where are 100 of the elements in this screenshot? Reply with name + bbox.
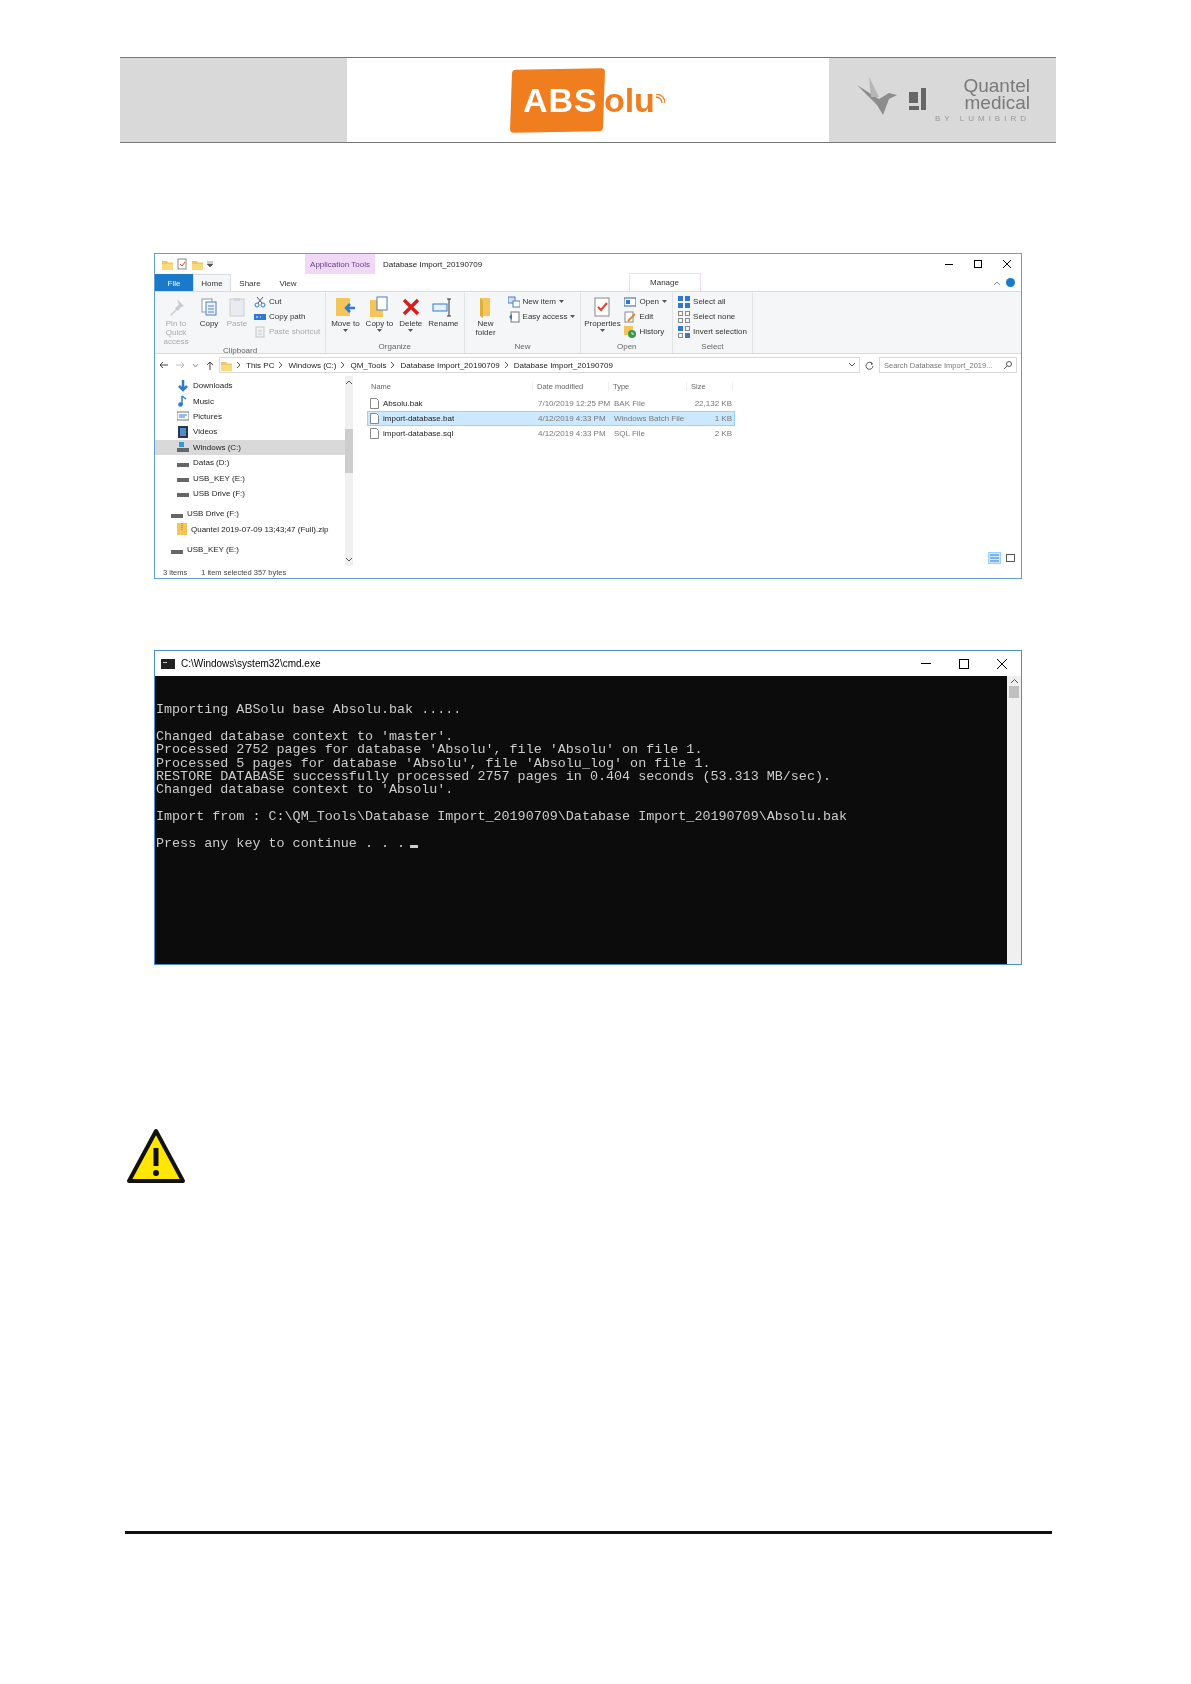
film-icon: [177, 425, 189, 438]
file-row[interactable]: import-database.bat 4/12/2019 4:33 PM Windows Batch File 1 KB: [367, 411, 735, 426]
ribbon-button[interactable]: Move to: [329, 294, 362, 342]
ribbon-tab[interactable]: Home: [193, 274, 231, 291]
scrollbar-thumb[interactable]: [1009, 686, 1019, 698]
window-title: C:\Windows\system32\cmd.exe: [181, 658, 322, 669]
file-size: 2 KB: [713, 429, 733, 438]
console-line: RESTORE DATABASE successfully processed 2757 pages in 0.404 seconds (53.313 MB/sec).: [156, 770, 832, 784]
shortcut-icon: [254, 325, 266, 338]
new-item-icon: [507, 295, 520, 308]
ribbon-button[interactable]: Copy path: [252, 310, 323, 323]
ribbon-tab[interactable]: File: [155, 274, 193, 291]
back-icon: [159, 361, 168, 369]
large-icons-view-icon: [1006, 554, 1015, 562]
file-row[interactable]: import-database.sql 4/12/2019 4:33 PM SQL File 2 KB: [367, 426, 735, 441]
large-icons-view-button[interactable]: [1004, 552, 1017, 564]
minimize-icon: [921, 663, 931, 664]
file-row[interactable]: Absolu.bak 7/10/2019 12:25 PM BAK File 22,132 KB: [367, 396, 735, 411]
ribbon-button[interactable]: Edit: [622, 310, 670, 323]
breadcrumb-item[interactable]: Windows (C:): [288, 360, 337, 370]
copy-folder-icon: [368, 296, 391, 318]
tree-item[interactable]: Datas (D:): [155, 454, 345, 471]
tree-item[interactable]: USB_KEY (E:): [155, 541, 345, 558]
file-type: BAK File: [613, 399, 647, 408]
maximize-icon: [959, 658, 969, 669]
maximize-icon: [973, 260, 982, 268]
tree-item[interactable]: Windows (C:): [155, 439, 345, 455]
properties-icon: [177, 258, 187, 270]
ribbon-button[interactable]: Rename: [426, 294, 461, 342]
ribbon-button[interactable]: Easy access: [505, 310, 578, 323]
refresh-icon: [865, 360, 874, 370]
recent-caret-icon: [193, 363, 198, 367]
ribbon-button[interactable]: History: [622, 325, 670, 338]
ribbon-button[interactable]: Copy to: [363, 294, 396, 342]
system-drive-icon: [177, 441, 189, 454]
ribbon-button[interactable]: Select all: [676, 295, 749, 308]
ribbon-button[interactable]: New folder: [467, 294, 504, 342]
ribbon-tab[interactable]: View: [269, 274, 307, 291]
tree-item[interactable]: USB Drive (F:): [155, 485, 345, 502]
help-icon: [1006, 278, 1015, 287]
ribbon-button[interactable]: Cut: [252, 295, 323, 308]
ribbon-button[interactable]: Properties: [584, 294, 621, 342]
up-icon: [206, 360, 214, 370]
ribbon-button[interactable]: Delete: [397, 294, 425, 342]
chevron-icon: [504, 362, 509, 368]
scroll-down-icon: [346, 558, 352, 562]
tree-item[interactable]: USB_KEY (E:): [155, 470, 345, 486]
scroll-up-icon: [1010, 679, 1018, 683]
file-type: Windows Batch File: [613, 414, 686, 423]
ribbon-tab[interactable]: Manage: [629, 274, 700, 291]
ribbon-tab[interactable]: Share: [231, 274, 269, 291]
folder-icon: [161, 258, 173, 270]
tree-item[interactable]: Videos: [155, 424, 345, 440]
scrollbar[interactable]: [345, 376, 353, 566]
console-line: Changed database context to 'master'.: [156, 729, 455, 744]
console-line: Processed 2752 pages for database 'Absolu', file 'Absolu' on file 1.: [156, 743, 704, 757]
forward-icon: [176, 361, 185, 369]
tree-item[interactable]: Downloads: [155, 378, 345, 394]
group-label: New: [513, 342, 532, 353]
group-label: Select: [700, 342, 725, 353]
address-bar[interactable]: This PC Windows (C:) QM_Tools Database Import_20190709 Database Import_20190709: [219, 357, 860, 373]
breadcrumb-item[interactable]: Database Import_20190709: [513, 360, 613, 370]
ribbon-button[interactable]: Open: [622, 295, 670, 308]
dropdown-icon: [849, 363, 855, 367]
folder-arrow-icon: [334, 296, 357, 318]
document-icon: [370, 413, 379, 424]
file-date: 4/12/2019 4:33 PM: [537, 414, 607, 423]
breadcrumb-item[interactable]: This PC: [246, 360, 275, 370]
breadcrumb-item[interactable]: Database Import_20190709: [400, 360, 500, 370]
ribbon-button[interactable]: New item: [505, 295, 578, 308]
tree-item[interactable]: Quantel 2019-07-09 13;43;47 (Full).zip: [155, 521, 345, 537]
scrollbar-thumb[interactable]: [345, 429, 353, 473]
folder-icon: [220, 359, 232, 371]
brand-name: Quantel: [963, 77, 1030, 94]
tree-item[interactable]: USB Drive (F:): [155, 506, 345, 522]
close-icon: [997, 658, 1007, 669]
collapse-icon: [994, 280, 1000, 285]
console-icon: [161, 658, 175, 669]
minimize-icon: [944, 263, 953, 265]
chevron-icon: [341, 362, 346, 368]
music-icon: [177, 395, 189, 408]
file-name: import-database.sql: [383, 429, 454, 438]
tree-item[interactable]: Music: [155, 393, 345, 409]
ribbon-button[interactable]: Copy: [196, 294, 222, 346]
file-size: 1 KB: [713, 414, 733, 423]
close-icon: [1002, 260, 1011, 268]
invert-selection-icon: [678, 325, 691, 338]
select-all-icon: [678, 295, 691, 308]
edit-icon: [624, 310, 637, 323]
console-line: Importing ABSolu base Absolu.bak .....: [156, 703, 463, 717]
context-tab-header: Application Tools: [305, 254, 375, 274]
file-type: SQL File: [613, 429, 646, 438]
ribbon-button[interactable]: Invert selection: [676, 325, 749, 338]
tree-item[interactable]: Pictures: [155, 408, 345, 425]
chevron-icon: [279, 362, 284, 368]
scrollbar[interactable]: [1007, 676, 1021, 964]
ribbon-button[interactable]: Select none: [676, 310, 749, 323]
breadcrumb-item[interactable]: QM_Tools: [350, 360, 387, 370]
select-none-icon: [678, 310, 691, 323]
group-label: Open: [615, 342, 638, 353]
